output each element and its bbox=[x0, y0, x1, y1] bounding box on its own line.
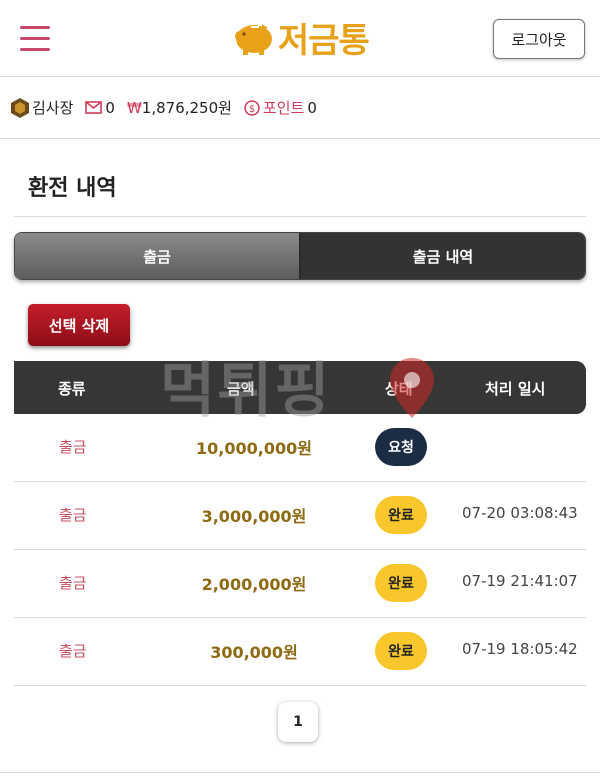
table-row[interactable]: 출금 2,000,000원 완료 07-19 21:41:07 bbox=[14, 550, 586, 618]
mail-icon bbox=[85, 101, 103, 114]
row-amount: 3,000,000원 bbox=[201, 507, 307, 526]
row-time: 07-19 18:05:42 bbox=[462, 640, 578, 658]
divider bbox=[0, 772, 600, 773]
tab-withdraw-history[interactable]: 출금 내역 bbox=[301, 233, 585, 279]
point-balance: $ 포인트 0 bbox=[244, 97, 317, 118]
row-type: 출금 bbox=[59, 642, 87, 660]
page-button-1[interactable]: 1 bbox=[278, 702, 318, 742]
page-title: 환전 내역 bbox=[28, 176, 117, 201]
column-amount: 금액 bbox=[227, 380, 255, 398]
row-type: 출금 bbox=[59, 438, 87, 456]
header: 저금통 로그아웃 bbox=[0, 0, 600, 77]
row-time: 07-19 21:41:07 bbox=[462, 572, 578, 590]
status-badge: 완료 bbox=[375, 564, 427, 602]
column-time: 처리 일시 bbox=[485, 380, 546, 398]
coin-icon: $ bbox=[244, 99, 260, 116]
row-amount: 10,000,000원 bbox=[196, 439, 312, 458]
column-status: 상태 bbox=[385, 380, 413, 398]
status-badge: 요청 bbox=[375, 428, 427, 466]
status-badge: 완료 bbox=[375, 496, 427, 534]
logo[interactable]: 저금통 bbox=[232, 14, 370, 61]
messages[interactable]: 0 bbox=[85, 99, 115, 117]
status-badge: 완료 bbox=[375, 632, 427, 670]
divider bbox=[14, 216, 586, 217]
logo-text: 저금통 bbox=[278, 20, 370, 61]
tab-bar: 출금 출금 내역 bbox=[14, 232, 586, 280]
row-type: 출금 bbox=[59, 506, 87, 524]
piggy-bank-icon bbox=[235, 24, 272, 55]
svg-text:$: $ bbox=[249, 104, 255, 115]
table-header: 종류 금액 상태 처리 일시 bbox=[14, 361, 586, 414]
table-row[interactable]: 출금 10,000,000원 요청 bbox=[14, 414, 586, 482]
row-type: 출금 bbox=[59, 574, 87, 592]
rank-badge-icon bbox=[11, 97, 29, 118]
row-amount: 2,000,000원 bbox=[201, 575, 307, 594]
row-time: 07-20 03:08:43 bbox=[462, 504, 578, 522]
tab-withdraw[interactable]: 출금 bbox=[15, 233, 301, 279]
row-amount: 300,000원 bbox=[210, 643, 298, 662]
money-balance: ₩ 1,876,250원 bbox=[126, 98, 232, 118]
menu-icon[interactable] bbox=[20, 26, 50, 52]
user-name: 김사장 bbox=[11, 97, 73, 118]
table-row[interactable]: 출금 3,000,000원 완료 07-20 03:08:43 bbox=[14, 482, 586, 550]
delete-selected-button[interactable]: 선택 삭제 bbox=[28, 304, 130, 346]
column-type: 종류 bbox=[58, 380, 86, 398]
logout-button[interactable]: 로그아웃 bbox=[493, 19, 585, 59]
won-icon: ₩ bbox=[126, 98, 142, 117]
user-info-bar: 김사장 0 ₩ 1,876,250원 $ 포인트 0 bbox=[0, 77, 600, 139]
table-row[interactable]: 출금 300,000원 완료 07-19 18:05:42 bbox=[14, 618, 586, 686]
